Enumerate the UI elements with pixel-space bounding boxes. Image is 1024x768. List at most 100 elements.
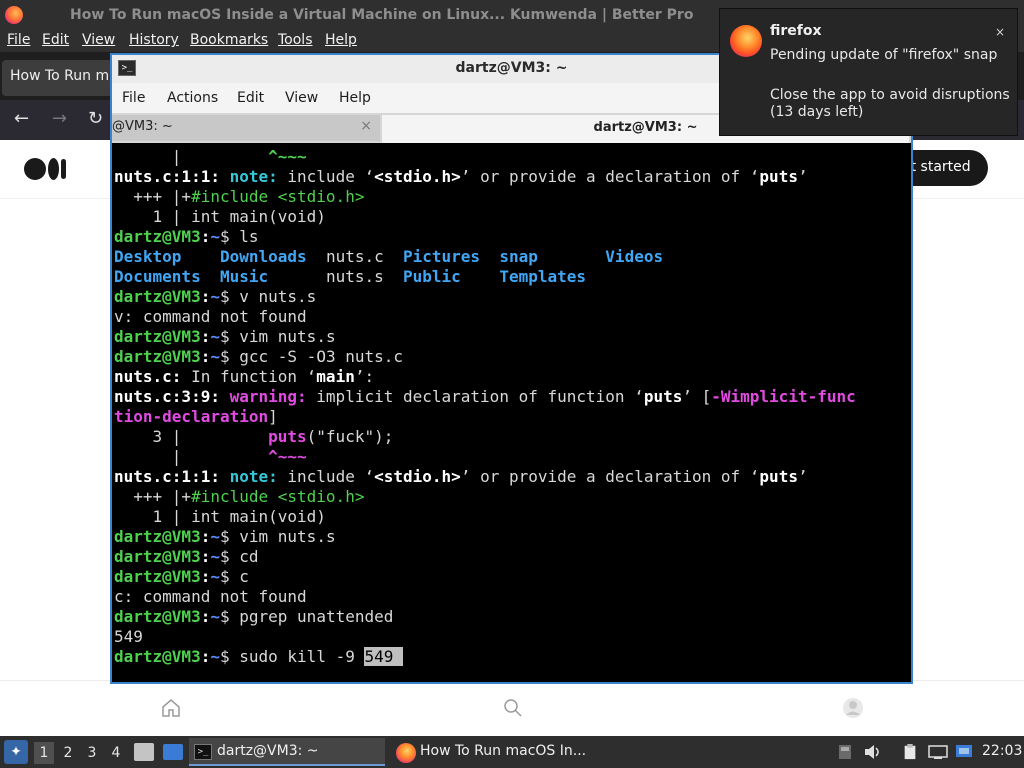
terminal-text: Pictures [403,247,481,266]
terminal-text: ’ or provide a declaration of ‘ [460,467,760,486]
terminal-line: dartz@VM3:~$ pgrep unattended [114,607,909,627]
menu-tools[interactable]: Tools [278,32,313,48]
terminal-line: nuts.c: In function ‘main’: [114,367,909,387]
avatar-icon[interactable] [842,697,864,719]
terminal-output[interactable]: | ^~~~ nuts.c:1:1: note: include ‘<stdio.… [114,145,909,682]
term-menu-file[interactable]: File [122,90,145,106]
terminal-text: dartz@VM3 [114,547,201,566]
terminal-line: dartz@VM3:~$ cd [114,547,909,567]
terminal-text: dartz@VM3 [114,227,201,246]
terminal-text: tion-declaration [114,407,269,426]
firefox-icon [5,6,23,24]
terminal-text: Downloads [219,247,307,266]
start-menu-icon[interactable]: ✦ [4,740,28,764]
notification-app-name: firefox [770,23,822,39]
terminal-line: tion-declaration] [114,407,909,427]
terminal-text: dartz@VM3 [114,647,201,666]
terminal-text: 3 | [114,427,269,446]
terminal-text: <stdio.h> [374,167,461,186]
firefox-tab[interactable]: How To Run ma [2,60,112,96]
workspace-2[interactable]: 2 [58,742,78,764]
firefox-icon [396,743,416,763]
menu-help[interactable]: Help [325,32,357,48]
reload-icon[interactable]: ↻ [88,108,103,129]
terminal-text: dartz@VM3 [114,567,201,586]
terminal-text: nuts.c:3:9: [114,387,230,406]
close-tab-icon[interactable]: × [360,118,372,134]
bluetooth-monitor-icon[interactable] [955,744,973,760]
updates-icon[interactable] [838,744,852,760]
file-manager-icon[interactable] [134,743,154,761]
terminal-text: dartz@VM3 [114,607,201,626]
terminal-text: : [200,347,211,366]
taskbar: ✦ 1 2 3 4 >_ dartz@VM3: ~ How To Run mac… [0,736,1024,768]
terminal-text: ’ or provide a declaration of ‘ [460,167,760,186]
terminal-text: : [200,607,211,626]
terminal-line: dartz@VM3:~$ c [114,567,909,587]
terminal-text: $ c [219,567,249,586]
terminal-text: $ sudo kill -9 [219,647,365,666]
clock[interactable]: 22:03 [982,743,1022,759]
taskbar-firefox[interactable]: How To Run macOS In... [392,738,592,766]
terminal-text: ] [268,407,278,426]
terminal-line: +++ |+#include <stdio.h> [114,487,909,507]
terminal-line: 1 | int main(void) [114,507,909,527]
terminal-text: dartz@VM3 [114,287,201,306]
terminal-line: Documents Music nuts.s Public Templates [114,267,909,287]
terminal-text: v: command not found [114,307,307,326]
terminal-text: snap [499,247,538,266]
workspace-3[interactable]: 3 [82,742,102,764]
terminal-text: | [114,447,269,466]
close-icon[interactable]: × [995,25,1005,39]
workspace-4[interactable]: 4 [106,742,126,764]
back-icon[interactable]: ← [14,108,29,129]
term-menu-actions[interactable]: Actions [167,90,218,106]
terminal-text: $ ls [219,227,259,246]
terminal-text: warning: [229,387,307,406]
term-menu-view[interactable]: View [285,90,318,106]
menu-edit[interactable]: Edit [42,32,69,48]
terminal-window: >_ dartz@VM3: ~ File Actions Edit View H… [110,53,913,684]
menu-view[interactable]: View [82,32,115,48]
terminal-line: dartz@VM3:~$ ls [114,227,909,247]
terminal-line: dartz@VM3:~$ v nuts.s [114,287,909,307]
medium-logo[interactable] [24,158,66,180]
terminal-text: | [114,147,269,166]
menu-bookmarks[interactable]: Bookmarks [190,32,268,48]
terminal-text: $ vim nuts.s [219,327,336,346]
taskbar-terminal[interactable]: >_ dartz@VM3: ~ [189,738,385,766]
clipboard-icon[interactable] [901,744,919,760]
terminal-text: : [200,327,211,346]
menu-file[interactable]: File [7,32,30,48]
terminal-text: Desktop [114,247,220,266]
terminal-text: +++ |+ [114,187,192,206]
terminal-text: #include <stdio.h> [191,187,365,206]
network-icon[interactable] [928,744,948,760]
terminal-text: nuts.s [306,267,403,286]
terminal-text: ~ [210,647,220,666]
show-desktop-icon[interactable] [163,744,183,760]
menu-history[interactable]: History [129,32,179,48]
home-icon[interactable] [160,697,182,719]
term-menu-help[interactable]: Help [339,90,371,106]
volume-icon[interactable] [864,744,882,760]
terminal-line: dartz@VM3:~$ vim nuts.s [114,327,909,347]
terminal-line: | ^~~~ [114,447,909,467]
notification-popup[interactable]: firefox × Pending update of "firefox" sn… [719,8,1018,136]
terminal-line: nuts.c:3:9: warning: implicit declaratio… [114,387,909,407]
terminal-text: note: [229,467,278,486]
terminal-tab-1[interactable]: @VM3: ~ × [112,115,380,141]
workspace-1[interactable]: 1 [34,742,54,764]
terminal-text: nuts.c:1:1: [114,167,230,186]
forward-icon[interactable]: → [52,108,67,129]
terminal-text: ~ [210,287,220,306]
terminal-text: ’ [797,467,808,486]
terminal-line: nuts.c:1:1: note: include ‘<stdio.h>’ or… [114,467,909,487]
search-icon[interactable] [502,697,524,719]
terminal-tab-label: @VM3: ~ [112,119,173,134]
terminal-text: puts [759,167,798,186]
term-menu-edit[interactable]: Edit [237,90,264,106]
terminal-text: #include <stdio.h> [191,487,365,506]
terminal-text: ^~~~ [268,447,307,466]
